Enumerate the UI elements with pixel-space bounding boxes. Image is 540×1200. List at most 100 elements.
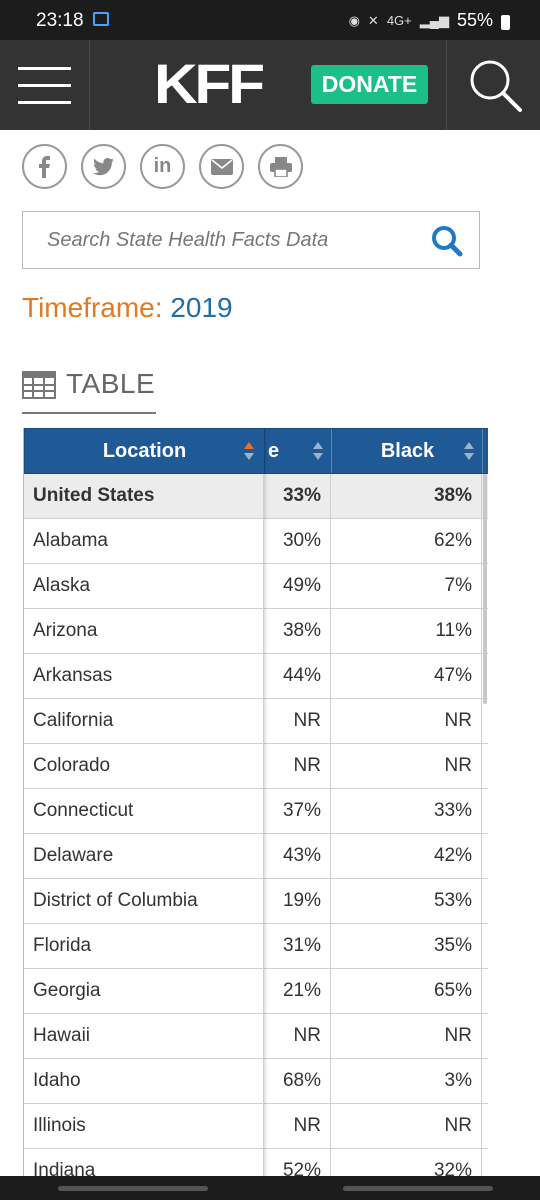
cell-location: Arkansas [24,654,264,698]
frozen-column-shadow [264,428,268,1188]
state-data-search [22,211,480,269]
share-buttons: in [22,144,303,189]
lock-icon: ◉ [348,12,360,28]
table-header: Location e Black [24,428,488,474]
network-label: 4G+ [386,13,412,28]
cell-location: Florida [24,924,264,968]
signal-icon: ▂▄▆ [419,12,449,28]
table-row: Idaho 68% 3% [24,1059,488,1104]
table-row: United States 33% 38% [24,474,488,519]
column-header-location[interactable]: Location [25,429,265,473]
table-row: Hawaii NR NR [24,1014,488,1059]
cell-location: Colorado [24,744,264,788]
cell-value: 43% [264,834,331,878]
cell-value: 37% [264,789,331,833]
battery-percent: 55% [456,10,493,30]
cell-value: NR [264,1104,331,1148]
search-icon [432,226,463,257]
search-submit-button[interactable] [429,223,465,259]
cell-value: NR [264,744,331,788]
donate-button[interactable]: DONATE [311,65,428,104]
menu-button[interactable] [0,40,90,130]
timeframe: Timeframe: 2019 [22,292,233,324]
cell-black: 7% [332,564,482,608]
status-indicators: ◉ ✕ 4G+ ▂▄▆ 55% [349,10,510,31]
status-bar: 23:18 ◉ ✕ 4G+ ▂▄▆ 55% [0,0,540,40]
cell-value: NR [264,1014,331,1058]
cell-black: 33% [332,789,482,833]
timeframe-label: Timeframe: [22,292,163,323]
table-row: Florida 31% 35% [24,924,488,969]
table-row: Alabama 30% 62% [24,519,488,564]
table-row: Arkansas 44% 47% [24,654,488,699]
print-icon[interactable] [258,144,303,189]
cell-location: Alaska [24,564,264,608]
table-scrollbar[interactable] [483,474,487,704]
kff-logo[interactable]: KFF [154,54,265,114]
table-row: Illinois NR NR [24,1104,488,1149]
cell-location: California [24,699,264,743]
timeframe-value[interactable]: 2019 [170,292,232,323]
nav-gesture-handle[interactable] [343,1186,493,1191]
column-header-partial[interactable]: e [265,429,332,473]
data-table[interactable]: Location e Black United States 33% 38% A… [23,428,488,1188]
cell-location: Arizona [24,609,264,653]
table-icon [22,371,56,399]
table-row: Georgia 21% 65% [24,969,488,1014]
cell-black: NR [332,744,482,788]
column-header-partial-label: e [268,439,280,462]
twitter-icon[interactable] [81,144,126,189]
cell-value: 44% [264,654,331,698]
sort-icon[interactable] [463,441,475,461]
system-nav-bar [0,1176,540,1200]
cell-black: 3% [332,1059,482,1103]
cell-value: 38% [264,609,331,653]
mute-icon: ✕ [367,12,379,28]
sort-icon[interactable] [312,441,324,461]
search-input[interactable] [23,212,423,268]
table-body: United States 33% 38% Alabama 30% 62% Al… [24,474,488,1188]
cell-black: NR [332,1014,482,1058]
email-icon[interactable] [199,144,244,189]
cell-black: 38% [332,474,482,518]
linkedin-icon[interactable]: in [140,144,185,189]
cell-value: 21% [264,969,331,1013]
nav-gesture-handle[interactable] [58,1186,208,1191]
cell-value: 68% [264,1059,331,1103]
facebook-icon[interactable] [22,144,67,189]
site-header: KFF DONATE [0,40,540,130]
table-row: Delaware 43% 42% [24,834,488,879]
cell-black: 42% [332,834,482,878]
cell-location: Hawaii [24,1014,264,1058]
cell-value: 33% [264,474,331,518]
table-row: California NR NR [24,699,488,744]
cell-black: 11% [332,609,482,653]
cell-location: Idaho [24,1059,264,1103]
cell-black: 53% [332,879,482,923]
cell-location: Connecticut [24,789,264,833]
sort-icon-active[interactable] [243,441,255,461]
column-header-black-label: Black [380,439,435,462]
status-time: 23:18 [36,10,84,31]
cell-value: 19% [264,879,331,923]
column-header-black[interactable]: Black [333,429,483,473]
table-row: Connecticut 37% 33% [24,789,488,834]
cell-value: 30% [264,519,331,563]
battery-icon [501,15,510,30]
cell-location: Georgia [24,969,264,1013]
table-row: Colorado NR NR [24,744,488,789]
tab-table[interactable]: TABLE [22,365,156,414]
cell-location: United States [24,474,264,518]
cell-black: 62% [332,519,482,563]
table-row: District of Columbia 19% 53% [24,879,488,924]
tab-table-label: TABLE [66,368,156,399]
cell-value: 49% [264,564,331,608]
cell-location: Illinois [24,1104,264,1148]
cell-black: 47% [332,654,482,698]
notification-icon [93,12,109,26]
cell-location: District of Columbia [24,879,264,923]
search-icon [470,60,522,112]
cell-black: 65% [332,969,482,1013]
cell-black: NR [332,1104,482,1148]
header-search-button[interactable] [446,40,540,130]
